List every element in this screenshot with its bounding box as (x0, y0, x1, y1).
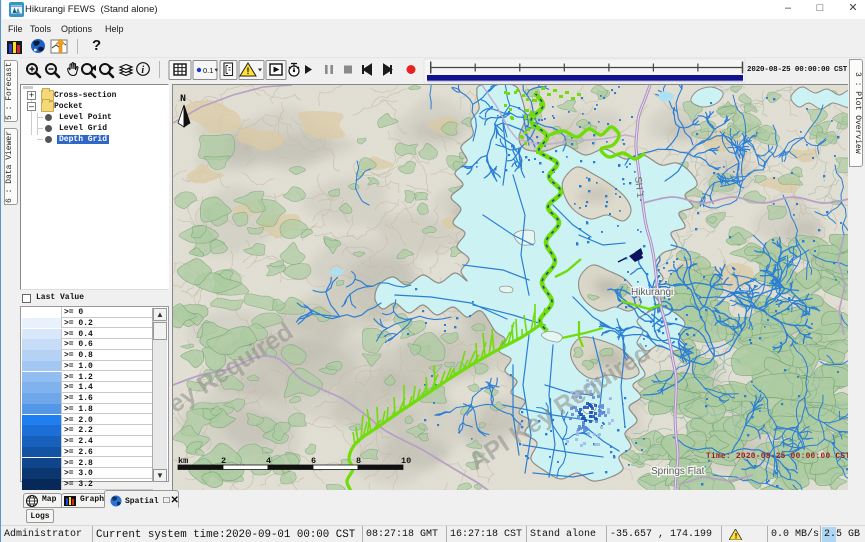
svg-text:km: km (178, 456, 188, 466)
svg-text:6: 6 (311, 456, 316, 466)
svg-text:2020-08-25 00:00:00 CST: 2020-08-25 00:00:00 CST (747, 66, 848, 74)
svg-text:N: N (180, 94, 186, 105)
svg-text:2: 2 (221, 456, 226, 466)
svg-text:!: ! (247, 66, 250, 76)
svg-text:0.1: 0.1 (203, 66, 213, 75)
svg-text:Time: 2020-08-25 00:00:00 CST: Time: 2020-08-25 00:00:00 CST (706, 453, 848, 461)
svg-text:8: 8 (356, 456, 361, 466)
svg-text:10: 10 (401, 456, 411, 466)
svg-text:i: i (141, 65, 144, 76)
svg-text:Hikurangi: Hikurangi (631, 287, 673, 298)
svg-text:Springs Flat: Springs Flat (651, 466, 705, 477)
svg-text:!: ! (734, 533, 739, 541)
svg-text:4: 4 (266, 456, 271, 466)
